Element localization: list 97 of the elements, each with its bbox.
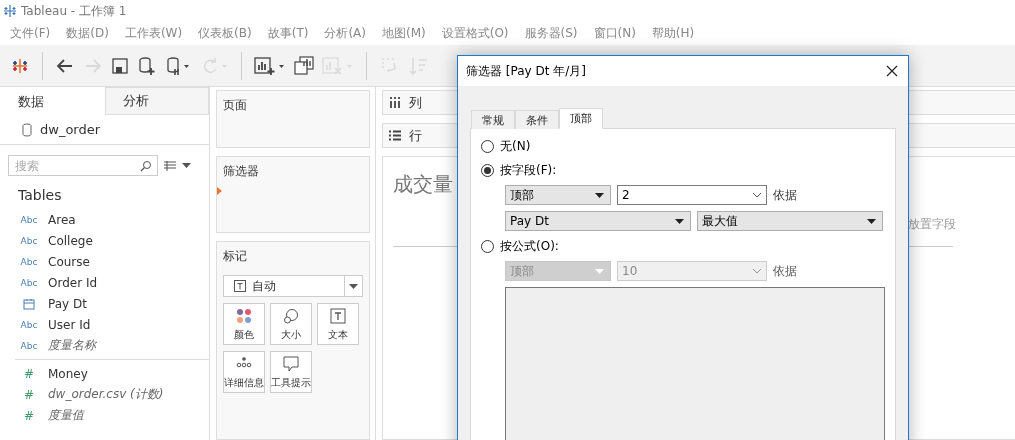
card-title: 标记	[223, 249, 247, 263]
field-name[interactable]: dw_order.csv (计数)	[48, 386, 164, 403]
field-name[interactable]: College	[48, 233, 93, 248]
caret-icon	[595, 192, 604, 198]
dialog-title: 筛选器 [Pay Dt 年/月]	[466, 62, 586, 80]
mark-property-button[interactable]: 文本	[317, 303, 359, 345]
radio-button[interactable]	[481, 239, 494, 253]
database-plus-icon	[137, 55, 157, 76]
size-circles-icon	[283, 308, 299, 324]
field-name[interactable]: Pay Dt	[48, 296, 87, 311]
field-name[interactable]: 度量名称	[48, 337, 96, 354]
database-pause-icon	[165, 55, 191, 76]
dialog-tab[interactable]: 条件	[515, 110, 559, 129]
database-icon	[22, 122, 32, 137]
toolbar-button[interactable]	[137, 55, 157, 76]
drop-hint: 放置字段	[908, 216, 956, 233]
direction-dropdown[interactable]: 顶部	[505, 185, 611, 205]
menu-item[interactable]: 文件(F)	[4, 25, 57, 42]
menu-item[interactable]: 分析(A)	[318, 25, 372, 42]
caret-icon	[349, 283, 358, 289]
list-view-icon[interactable]	[164, 160, 176, 171]
menu-item[interactable]: 窗口(N)	[587, 25, 642, 42]
toolbar-button[interactable]	[254, 55, 286, 76]
chevron-icon	[752, 268, 762, 274]
card-title: 筛选器	[223, 164, 259, 178]
window-title: Tableau - 工作簿 1	[21, 2, 127, 20]
data-type-label: Abc	[20, 235, 38, 246]
mark-property-button[interactable]: 详细信息	[223, 351, 265, 393]
chevron-icon	[752, 192, 762, 198]
field-name[interactable]: Area	[48, 212, 76, 227]
by-label: 依据	[773, 186, 797, 204]
chart-copy-icon	[294, 55, 314, 76]
search-icon	[140, 160, 152, 172]
chart-clear-icon	[322, 55, 354, 76]
toolbar-button[interactable]	[165, 55, 191, 76]
data-type-label: #	[22, 408, 36, 423]
caret-icon	[867, 218, 876, 224]
data-type-label: Abc	[20, 340, 38, 351]
columns-icon	[389, 97, 401, 108]
text-box-icon	[234, 280, 246, 292]
toolbar-button[interactable]	[111, 56, 129, 75]
chart-plus-icon	[254, 55, 286, 76]
caret-icon	[675, 218, 684, 224]
save-icon	[111, 56, 129, 75]
dialog-tab[interactable]: 常规	[471, 110, 515, 129]
dialog-tab[interactable]: 顶部	[559, 108, 603, 129]
mark-property-button[interactable]: 工具提示	[270, 351, 312, 393]
text-box-icon	[330, 308, 346, 324]
field-dropdown[interactable]: Pay Dt	[505, 211, 691, 231]
speech-bubble-icon	[283, 356, 299, 372]
logo-icon	[3, 4, 17, 18]
close-icon[interactable]	[886, 65, 898, 77]
view-title: 成交量	[393, 171, 453, 198]
menu-item[interactable]: 设置格式(O)	[435, 25, 515, 42]
menu-item[interactable]: 仪表板(B)	[192, 25, 258, 42]
field-name[interactable]: User Id	[48, 317, 91, 332]
radio-label[interactable]: 按公式(O):	[500, 237, 559, 255]
data-source-name[interactable]: dw_order	[40, 122, 101, 137]
menu-item[interactable]: 地图(M)	[376, 25, 432, 42]
mark-property-button[interactable]: 颜色	[223, 303, 265, 345]
data-type-label: Abc	[20, 214, 38, 225]
menu-item[interactable]: 帮助(H)	[645, 25, 701, 42]
field-name[interactable]: Money	[48, 366, 88, 381]
menu-item[interactable]: 故事(T)	[261, 25, 315, 42]
radio-button[interactable]	[481, 163, 494, 177]
color-dots-icon	[236, 308, 252, 324]
mark-property-button[interactable]: 大小	[270, 303, 312, 345]
menu-item[interactable]: 服务器(S)	[518, 25, 584, 42]
radio-label[interactable]: 无(N)	[500, 137, 531, 155]
data-type-label: #	[22, 366, 36, 381]
count-combo[interactable]: 2	[617, 185, 767, 205]
data-type-label: #	[22, 387, 36, 402]
data-type-label: Abc	[20, 256, 38, 267]
pane-tab[interactable]: 分析	[104, 87, 209, 115]
radio-label[interactable]: 按字段(F):	[500, 161, 557, 179]
menu-item[interactable]: 数据(D)	[60, 25, 115, 42]
card-title: 页面	[223, 98, 247, 112]
caret-icon	[595, 268, 604, 274]
field-name[interactable]: Order Id	[48, 275, 98, 290]
rows-icon	[389, 130, 401, 141]
toolbar-button[interactable]	[294, 55, 314, 76]
triangle-icon	[217, 187, 222, 195]
sort-icon	[409, 55, 429, 76]
search-field[interactable]: 搜索	[8, 155, 158, 176]
section-heading: Tables	[17, 186, 63, 205]
field-name[interactable]: 度量值	[48, 407, 84, 424]
data-type-label: Abc	[20, 319, 38, 330]
calendar-icon	[23, 297, 35, 310]
caret-icon[interactable]	[182, 163, 191, 168]
menu-item[interactable]: 工作表(W)	[118, 25, 189, 42]
mark-type-dropdown[interactable]: 自动	[223, 275, 363, 297]
by-label: 依据	[773, 262, 797, 280]
data-type-label: Abc	[20, 277, 38, 288]
aggregation-dropdown[interactable]: 最大值	[697, 211, 883, 231]
radio-button[interactable]	[481, 139, 494, 153]
dots-icon	[236, 356, 252, 368]
field-name[interactable]: Course	[48, 254, 90, 269]
